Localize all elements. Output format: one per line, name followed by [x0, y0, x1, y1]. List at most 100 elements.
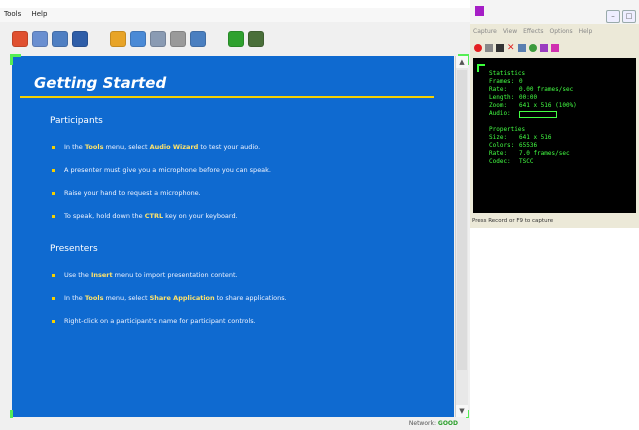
capture-titlebar: – □	[470, 0, 639, 24]
item-text: A presenter must give you a microphone b…	[64, 166, 272, 174]
network-label: Network:	[408, 420, 436, 427]
stat-key: Rate:	[489, 86, 508, 93]
document-icon[interactable]	[52, 31, 68, 47]
capture-menu-view[interactable]: View	[500, 28, 520, 35]
stat-value: 65536	[519, 142, 538, 149]
list-item: Use the Insert menu to import presentati…	[50, 270, 287, 293]
stat-value: 00:00	[519, 94, 538, 101]
scroll-down-icon[interactable]: ▼	[456, 405, 468, 417]
list-item: Raise your hand to request a microphone.	[50, 188, 271, 211]
statistics-panel: Statistics Frames: 0 Rate: 0.00 frames/sec Le…	[489, 70, 577, 166]
menubar: Tools Help	[0, 0, 470, 22]
stat-row: Colors: 65536	[489, 142, 577, 150]
title-underline	[20, 96, 434, 98]
pause-icon[interactable]	[485, 44, 493, 52]
stat-row: Codec: TSCC	[489, 158, 577, 166]
stat-key	[489, 118, 519, 126]
item-text: menu to import presentation content.	[112, 271, 238, 279]
heart-icon[interactable]	[551, 44, 559, 52]
stat-value: 641 x 516	[519, 134, 552, 141]
item-text: menu, select	[103, 143, 150, 151]
stat-key: Size:	[489, 134, 508, 141]
stop-icon[interactable]	[496, 44, 504, 52]
highlight-text: Audio Wizard	[149, 143, 199, 151]
record-icon[interactable]	[474, 44, 482, 52]
stat-value: 7.0 frames/sec	[519, 150, 570, 157]
stat-row: Statistics	[489, 70, 577, 78]
presenters-heading: Presenters	[50, 244, 98, 254]
capture-menu-capture[interactable]: Capture	[470, 28, 500, 35]
scroll-up-icon[interactable]: ▲	[456, 56, 468, 68]
list-item: In the Tools menu, select Audio Wizard t…	[50, 142, 271, 165]
stat-key: Properties	[489, 126, 526, 133]
stat-key: Colors:	[489, 142, 515, 149]
scroll-thumb[interactable]	[457, 70, 467, 370]
audio-level-bar	[519, 111, 557, 118]
app-icon	[475, 6, 484, 16]
minimize-icon[interactable]: –	[606, 10, 620, 23]
presentation-icon[interactable]	[32, 31, 48, 47]
maximize-icon[interactable]: □	[622, 10, 636, 23]
slide-title: Getting Started	[34, 74, 167, 92]
item-text: to share applications.	[214, 294, 287, 302]
statusbar: Network: GOOD	[0, 418, 470, 430]
stat-key: Length:	[489, 94, 515, 101]
stat-row: Properties	[489, 126, 577, 134]
effects-icon[interactable]	[540, 44, 548, 52]
highlight-text: Tools	[84, 143, 104, 151]
list-item: Right-click on a participant's name for …	[50, 316, 287, 339]
stat-value: 641 x 516 (100%)	[519, 102, 577, 109]
share-icon[interactable]	[110, 31, 126, 47]
highlight-text: CTRL	[144, 212, 164, 220]
title-strip	[0, 0, 470, 8]
stat-key: Rate:	[489, 150, 508, 157]
list-item: A presenter must give you a microphone b…	[50, 165, 271, 188]
capture-menu-effects[interactable]: Effects	[520, 28, 546, 35]
item-text: Use the	[64, 271, 91, 279]
item-text: In the	[64, 294, 85, 302]
pointer-icon[interactable]	[228, 31, 244, 47]
network-status: Network: GOOD	[409, 420, 458, 427]
item-text: to test your audio.	[198, 143, 261, 151]
stat-row: Size: 641 x 516	[489, 134, 577, 142]
menu-help[interactable]: Help	[27, 8, 51, 20]
book-icon[interactable]	[72, 31, 88, 47]
stat-row: Length: 00:00	[489, 94, 577, 102]
preview-corner	[477, 64, 485, 72]
stat-row: Frames: 0	[489, 78, 577, 86]
capture-menubar: Capture View Effects Options Help	[470, 28, 639, 38]
capture-toolbar: ✕	[474, 42, 559, 54]
stat-key: Statistics	[489, 70, 526, 77]
item-text: key on your keyboard.	[163, 212, 238, 220]
record-icon[interactable]	[12, 31, 28, 47]
capture-preview: Statistics Frames: 0 Rate: 0.00 frames/sec Le…	[473, 58, 636, 213]
slide-panel: Getting Started Participants In the Tool…	[12, 56, 454, 417]
menu-tools[interactable]: Tools	[0, 8, 25, 20]
screen-icon[interactable]	[518, 44, 526, 52]
capture-status: Press Record or F9 to capture	[472, 218, 554, 224]
delete-icon[interactable]: ✕	[507, 44, 515, 53]
vertical-scrollbar[interactable]: ▲ ▼	[455, 56, 468, 417]
stat-row	[489, 118, 577, 126]
capture-window: – □ Capture View Effects Options Help ✕ Stat…	[470, 0, 639, 228]
camera-icon[interactable]	[529, 44, 537, 52]
item-text: Right-click on a participant's name for …	[64, 317, 256, 325]
stat-value: 0.00 frames/sec	[519, 86, 574, 93]
network-value: GOOD	[437, 420, 458, 427]
edit-icon[interactable]	[190, 31, 206, 47]
item-text: In the	[64, 143, 85, 151]
people-icon[interactable]	[150, 31, 166, 47]
highlight-text: Share Application	[149, 294, 215, 302]
capture-menu-options[interactable]: Options	[547, 28, 576, 35]
stat-key: Zoom:	[489, 102, 508, 109]
globe-icon[interactable]	[170, 31, 186, 47]
item-text: Raise your hand to request a microphone.	[64, 189, 201, 197]
meter-icon[interactable]	[248, 31, 264, 47]
stat-row: Audio:	[489, 110, 577, 118]
stat-row: Rate: 7.0 frames/sec	[489, 150, 577, 158]
capture-menu-help[interactable]: Help	[576, 28, 596, 35]
participants-list: In the Tools menu, select Audio Wizard t…	[50, 142, 271, 234]
stat-row: Rate: 0.00 frames/sec	[489, 86, 577, 94]
stat-value: TSCC	[519, 158, 534, 165]
chat-icon[interactable]	[130, 31, 146, 47]
